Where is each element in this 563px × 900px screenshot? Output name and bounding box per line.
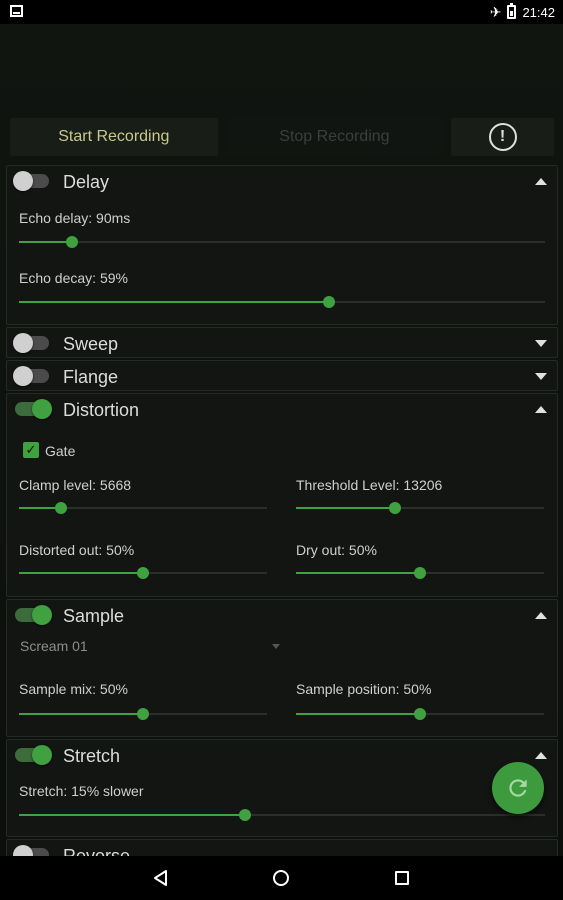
clamp-level-label: Clamp level: 5668 <box>19 477 132 493</box>
slider-fill <box>19 814 246 816</box>
distortion-toggle[interactable] <box>15 399 52 419</box>
slider-fill <box>296 713 420 715</box>
sample-position-slider[interactable] <box>296 704 544 724</box>
slider-thumb[interactable] <box>389 502 402 514</box>
echo-decay-label: Echo decay: 59% <box>19 270 128 286</box>
stretch-panel: Stretch Stretch: 15% slower <box>6 739 558 837</box>
slider-thumb[interactable] <box>414 567 426 579</box>
threshold-level-slider[interactable] <box>296 498 544 518</box>
sweep-toggle[interactable] <box>13 333 49 353</box>
recent-apps-icon[interactable] <box>395 871 409 885</box>
distorted-out-label: Distorted out: 50% <box>19 542 135 558</box>
sample-position-label: Sample position: 50% <box>296 681 432 697</box>
info-button[interactable]: ! <box>451 118 554 156</box>
chevron-up-icon[interactable] <box>535 406 547 413</box>
chevron-up-icon[interactable] <box>535 612 547 619</box>
slider-fill <box>19 241 72 243</box>
threshold-level-label: Threshold Level: 13206 <box>296 477 443 493</box>
battery-icon <box>507 3 517 19</box>
stop-recording-button[interactable]: Stop Recording <box>225 118 444 156</box>
reverse-title: Reverse <box>63 846 131 856</box>
refresh-fab[interactable] <box>492 762 544 814</box>
reverse-panel: Reverse <box>6 839 558 856</box>
slider-fill <box>19 301 330 303</box>
toggle-knob <box>13 845 33 856</box>
back-icon[interactable] <box>152 869 170 887</box>
stretch-slider[interactable] <box>19 805 545 825</box>
sample-mix-slider[interactable] <box>19 704 267 724</box>
slider-thumb[interactable] <box>137 567 149 579</box>
flange-header[interactable]: Flange <box>7 361 557 393</box>
record-controls: Start Recording Stop Recording ! <box>10 118 554 156</box>
slider-thumb[interactable] <box>414 708 426 720</box>
slider-fill <box>296 507 396 509</box>
status-time: 21:42 <box>522 4 555 20</box>
sweep-title: Sweep <box>63 334 119 354</box>
toggle-knob <box>13 366 33 386</box>
sweep-panel: Sweep <box>6 327 558 358</box>
dropdown-arrow-icon <box>272 644 280 649</box>
toggle-knob <box>32 745 52 765</box>
distortion-header[interactable]: Distortion <box>7 394 557 426</box>
dry-out-slider[interactable] <box>296 563 544 583</box>
stretch-label: Stretch: 15% slower <box>19 783 144 799</box>
sample-title: Sample <box>63 606 125 626</box>
dry-out-label: Dry out: 50% <box>296 542 377 558</box>
sample-toggle[interactable] <box>15 605 52 625</box>
chevron-up-icon[interactable] <box>535 178 547 185</box>
navigation-bar <box>0 856 563 900</box>
airplane-mode-icon: ✈ <box>489 4 502 20</box>
reverse-toggle[interactable] <box>13 845 49 856</box>
app-content: Start Recording Stop Recording ! Delay E… <box>0 24 563 856</box>
sample-panel: Sample Scream 01 Sample mix: 50% Sample … <box>6 599 558 737</box>
stretch-title: Stretch <box>63 746 121 766</box>
slider-thumb[interactable] <box>65 236 78 248</box>
delay-title: Delay <box>63 172 110 192</box>
chevron-down-icon[interactable] <box>535 340 547 347</box>
slider-thumb[interactable] <box>323 296 336 308</box>
distortion-panel: Distortion ✓ Gate Clamp level: 5668 Thre… <box>6 393 558 597</box>
refresh-icon <box>509 779 527 797</box>
slider-thumb[interactable] <box>137 708 149 720</box>
gate-label: Gate <box>45 443 76 459</box>
distorted-out-slider[interactable] <box>19 563 267 583</box>
reverse-header[interactable]: Reverse <box>7 840 557 856</box>
echo-decay-slider[interactable] <box>19 292 545 312</box>
status-bar-right: ✈ 21:42 <box>490 3 555 21</box>
toggle-knob <box>32 399 52 419</box>
slider-fill <box>19 713 143 715</box>
sample-mix-label: Sample mix: 50% <box>19 681 128 697</box>
slider-track <box>19 241 545 243</box>
slider-fill <box>296 572 420 574</box>
delay-panel: Delay Echo delay: 90ms Echo decay: 59% <box>6 165 558 325</box>
distortion-title: Distortion <box>63 400 140 420</box>
stretch-toggle[interactable] <box>15 745 52 765</box>
screen-icon <box>10 5 23 17</box>
toggle-knob <box>32 605 52 625</box>
alert-icon: ! <box>488 123 517 151</box>
toggle-knob <box>13 171 33 191</box>
slider-thumb[interactable] <box>55 502 68 514</box>
flange-panel: Flange <box>6 360 558 391</box>
home-icon[interactable] <box>273 870 289 886</box>
slider-thumb[interactable] <box>239 809 252 821</box>
start-recording-button[interactable]: Start Recording <box>10 118 218 156</box>
sample-select-value: Scream 01 <box>20 638 88 654</box>
delay-header[interactable]: Delay <box>7 166 557 198</box>
toggle-knob <box>13 333 33 353</box>
slider-fill <box>19 572 143 574</box>
gate-checkbox[interactable]: ✓ <box>23 442 39 458</box>
delay-toggle[interactable] <box>13 171 49 191</box>
echo-delay-slider[interactable] <box>19 232 545 252</box>
flange-title: Flange <box>63 367 119 387</box>
stretch-header[interactable]: Stretch <box>7 740 557 772</box>
chevron-down-icon[interactable] <box>535 373 547 380</box>
sweep-header[interactable]: Sweep <box>7 328 557 360</box>
flange-toggle[interactable] <box>13 366 49 386</box>
sample-header[interactable]: Sample <box>7 600 557 632</box>
echo-delay-label: Echo delay: 90ms <box>19 210 131 226</box>
status-bar: ✈ 21:42 <box>0 0 563 24</box>
clamp-level-slider[interactable] <box>19 498 267 518</box>
chevron-up-icon[interactable] <box>535 752 547 759</box>
